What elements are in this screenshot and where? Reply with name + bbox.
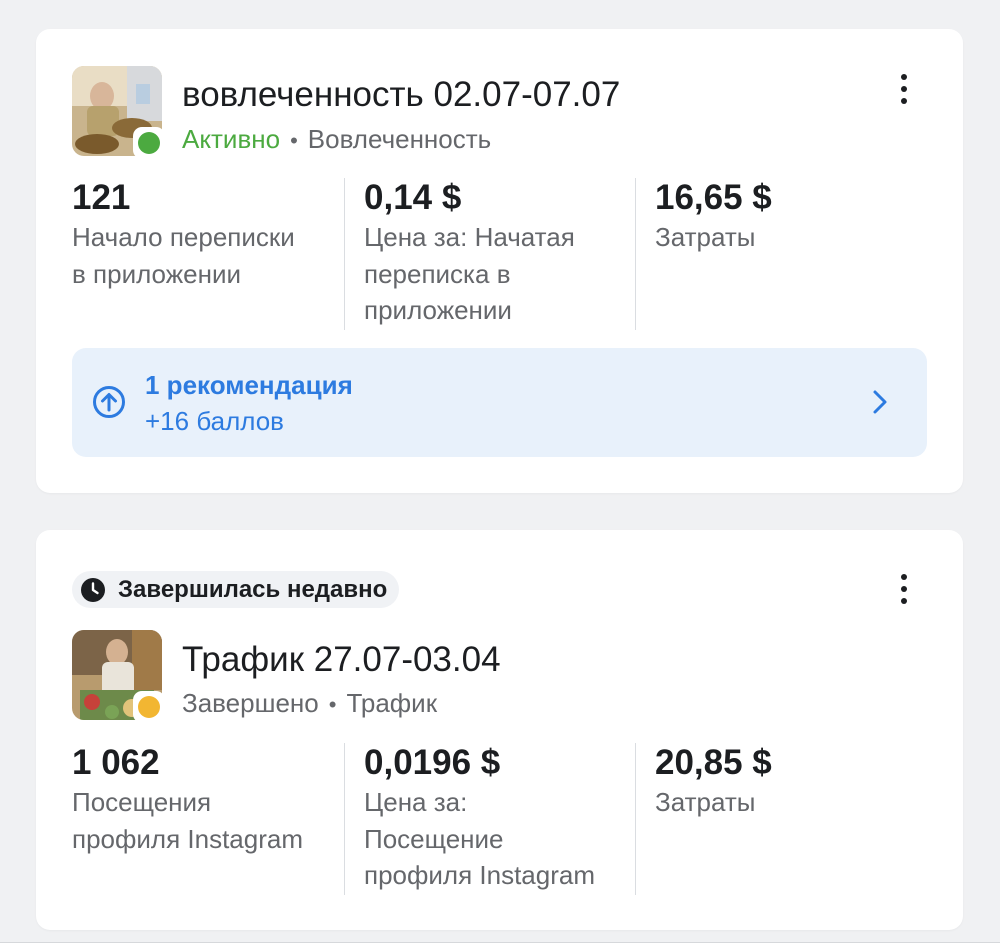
metric-label-line: профиля Instagram bbox=[364, 860, 595, 890]
metric-value: 20,85 $ bbox=[655, 743, 772, 782]
campaign-objective: Трафик bbox=[346, 688, 438, 718]
metric-label-line: Посещение bbox=[364, 823, 504, 854]
chevron-right-icon bbox=[873, 390, 887, 414]
metric-label-line: Цена за: Начатая bbox=[364, 222, 575, 252]
metric-value: 0,0196 $ bbox=[364, 743, 501, 782]
campaign-status: Активно bbox=[182, 124, 281, 154]
metrics-row: 1 062 Посещения профиля Instagram 0,0196… bbox=[72, 743, 927, 895]
metric-label-line: профиля Instagram bbox=[72, 823, 303, 854]
metric-results: 1 062 Посещения профиля Instagram bbox=[72, 743, 344, 895]
metric-label-line: Начало переписки bbox=[72, 222, 295, 252]
more-vertical-icon bbox=[901, 74, 907, 80]
badge-label: Завершилась недавно bbox=[118, 575, 388, 603]
metric-label: Начало переписки в приложении bbox=[72, 219, 334, 292]
campaign-objective: Вовлеченность bbox=[307, 124, 492, 154]
status-dot-completed bbox=[138, 696, 160, 718]
metric-spend: 16,65 $ Затраты bbox=[635, 178, 926, 330]
campaign-status: Завершено bbox=[182, 688, 319, 718]
more-dot bbox=[901, 98, 907, 104]
status-dot-active bbox=[138, 132, 160, 154]
metric-label-line: приложении bbox=[364, 295, 512, 325]
metric-label: Цена за: Посещение профиля Instagram bbox=[364, 784, 625, 894]
metric-label: Затраты bbox=[655, 219, 916, 256]
campaign-subline: Завершено • Трафик bbox=[182, 688, 437, 720]
metric-value: 121 bbox=[72, 178, 131, 217]
more-options-button[interactable] bbox=[889, 569, 919, 609]
campaign-thumbnail bbox=[72, 66, 165, 159]
more-dot bbox=[901, 86, 907, 92]
metric-value: 16,65 $ bbox=[655, 178, 772, 217]
metric-label-line: Цена за: bbox=[364, 787, 468, 817]
campaign-card-engagement[interactable]: вовлеченность 02.07-07.07 Активно • Вовлеч… bbox=[36, 29, 963, 493]
metric-label-line: Посещения bbox=[72, 787, 212, 817]
recommendation-banner[interactable]: 1 рекомендация +16 баллов bbox=[72, 348, 927, 457]
more-options-button[interactable] bbox=[889, 69, 919, 109]
metric-cost-per-result: 0,0196 $ Цена за: Посещение профиля Inst… bbox=[344, 743, 635, 895]
campaign-title[interactable]: Трафик 27.07-03.04 bbox=[182, 640, 501, 680]
metric-label-line: переписка в bbox=[364, 258, 511, 289]
recently-ended-badge: Завершилась недавно bbox=[72, 571, 400, 608]
campaign-card-traffic[interactable]: Завершилась недавно Трафик 27.07-03.04 З… bbox=[36, 530, 963, 930]
status-indicator bbox=[133, 127, 165, 159]
campaign-thumbnail bbox=[72, 630, 165, 723]
campaign-subline: Активно • Вовлеченность bbox=[182, 124, 491, 156]
status-indicator bbox=[133, 691, 165, 723]
metric-spend: 20,85 $ Затраты bbox=[635, 743, 926, 895]
separator-dot: • bbox=[290, 128, 298, 153]
recommendation-points: +16 баллов bbox=[145, 406, 284, 436]
metric-label: Посещения профиля Instagram bbox=[72, 784, 334, 857]
more-vertical-icon bbox=[901, 574, 907, 580]
metrics-row: 121 Начало переписки в приложении 0,14 $… bbox=[72, 178, 927, 330]
metric-results: 121 Начало переписки в приложении bbox=[72, 178, 344, 330]
clock-icon bbox=[81, 577, 105, 602]
arrow-up-circle-icon bbox=[93, 386, 125, 418]
metric-value: 0,14 $ bbox=[364, 178, 462, 217]
metric-label-line: в приложении bbox=[72, 258, 241, 289]
separator-dot: • bbox=[328, 692, 337, 717]
metric-label-line: Затраты bbox=[655, 787, 756, 817]
metric-cost-per-result: 0,14 $ Цена за: Начатая переписка в прил… bbox=[344, 178, 635, 330]
more-dot bbox=[901, 598, 907, 604]
metric-label-line: Затраты bbox=[655, 222, 756, 252]
campaign-title[interactable]: вовлеченность 02.07-07.07 bbox=[182, 75, 620, 115]
metric-label: Затраты bbox=[655, 784, 916, 821]
metric-value: 1 062 bbox=[72, 743, 160, 782]
more-dot bbox=[901, 586, 907, 592]
metric-label: Цена за: Начатая переписка в приложении bbox=[364, 219, 625, 329]
recommendation-title: 1 рекомендация bbox=[145, 370, 353, 400]
